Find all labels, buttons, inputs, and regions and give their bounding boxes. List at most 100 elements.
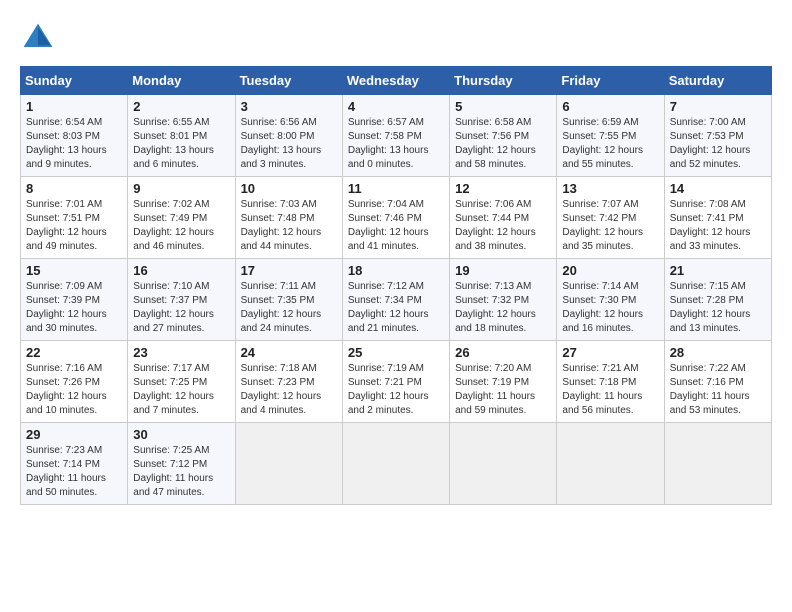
day-info: Sunrise: 7:21 AM Sunset: 7:18 PM Dayligh… (562, 362, 658, 418)
calendar-table: SundayMondayTuesdayWednesdayThursdayFrid… (20, 66, 772, 505)
day-number: 21 (670, 263, 766, 278)
weekday-header-saturday: Saturday (664, 67, 771, 95)
weekday-header-row: SundayMondayTuesdayWednesdayThursdayFrid… (21, 67, 772, 95)
header (20, 20, 772, 56)
day-number: 19 (455, 263, 551, 278)
calendar-day-cell: 8 Sunrise: 7:01 AM Sunset: 7:51 PM Dayli… (21, 177, 128, 259)
calendar-body: 1 Sunrise: 6:54 AM Sunset: 8:03 PM Dayli… (21, 95, 772, 505)
day-info: Sunrise: 7:07 AM Sunset: 7:42 PM Dayligh… (562, 198, 658, 254)
day-number: 26 (455, 345, 551, 360)
day-number: 5 (455, 99, 551, 114)
calendar-day-cell: 1 Sunrise: 6:54 AM Sunset: 8:03 PM Dayli… (21, 95, 128, 177)
calendar-week-row: 22 Sunrise: 7:16 AM Sunset: 7:26 PM Dayl… (21, 341, 772, 423)
logo-icon (20, 20, 56, 56)
calendar-day-cell: 13 Sunrise: 7:07 AM Sunset: 7:42 PM Dayl… (557, 177, 664, 259)
day-info: Sunrise: 6:56 AM Sunset: 8:00 PM Dayligh… (241, 116, 337, 172)
calendar-day-cell: 28 Sunrise: 7:22 AM Sunset: 7:16 PM Dayl… (664, 341, 771, 423)
day-number: 11 (348, 181, 444, 196)
day-info: Sunrise: 7:12 AM Sunset: 7:34 PM Dayligh… (348, 280, 444, 336)
day-number: 24 (241, 345, 337, 360)
weekday-header-friday: Friday (557, 67, 664, 95)
calendar-day-cell: 21 Sunrise: 7:15 AM Sunset: 7:28 PM Dayl… (664, 259, 771, 341)
weekday-header-monday: Monday (128, 67, 235, 95)
day-number: 25 (348, 345, 444, 360)
day-number: 13 (562, 181, 658, 196)
calendar-day-cell: 10 Sunrise: 7:03 AM Sunset: 7:48 PM Dayl… (235, 177, 342, 259)
calendar-day-cell: 24 Sunrise: 7:18 AM Sunset: 7:23 PM Dayl… (235, 341, 342, 423)
day-number: 18 (348, 263, 444, 278)
day-info: Sunrise: 7:14 AM Sunset: 7:30 PM Dayligh… (562, 280, 658, 336)
day-number: 17 (241, 263, 337, 278)
calendar-day-cell: 22 Sunrise: 7:16 AM Sunset: 7:26 PM Dayl… (21, 341, 128, 423)
page-container: SundayMondayTuesdayWednesdayThursdayFrid… (20, 20, 772, 505)
day-info: Sunrise: 7:16 AM Sunset: 7:26 PM Dayligh… (26, 362, 122, 418)
day-number: 4 (348, 99, 444, 114)
calendar-week-row: 15 Sunrise: 7:09 AM Sunset: 7:39 PM Dayl… (21, 259, 772, 341)
day-number: 1 (26, 99, 122, 114)
calendar-week-row: 29 Sunrise: 7:23 AM Sunset: 7:14 PM Dayl… (21, 423, 772, 505)
calendar-day-cell (664, 423, 771, 505)
calendar-day-cell: 23 Sunrise: 7:17 AM Sunset: 7:25 PM Dayl… (128, 341, 235, 423)
day-number: 23 (133, 345, 229, 360)
calendar-day-cell: 18 Sunrise: 7:12 AM Sunset: 7:34 PM Dayl… (342, 259, 449, 341)
logo (20, 20, 60, 56)
day-number: 20 (562, 263, 658, 278)
calendar-day-cell: 3 Sunrise: 6:56 AM Sunset: 8:00 PM Dayli… (235, 95, 342, 177)
calendar-day-cell: 20 Sunrise: 7:14 AM Sunset: 7:30 PM Dayl… (557, 259, 664, 341)
day-number: 2 (133, 99, 229, 114)
calendar-day-cell: 9 Sunrise: 7:02 AM Sunset: 7:49 PM Dayli… (128, 177, 235, 259)
weekday-header-wednesday: Wednesday (342, 67, 449, 95)
calendar-day-cell: 5 Sunrise: 6:58 AM Sunset: 7:56 PM Dayli… (450, 95, 557, 177)
calendar-day-cell: 17 Sunrise: 7:11 AM Sunset: 7:35 PM Dayl… (235, 259, 342, 341)
day-info: Sunrise: 7:09 AM Sunset: 7:39 PM Dayligh… (26, 280, 122, 336)
day-info: Sunrise: 6:54 AM Sunset: 8:03 PM Dayligh… (26, 116, 122, 172)
calendar-week-row: 8 Sunrise: 7:01 AM Sunset: 7:51 PM Dayli… (21, 177, 772, 259)
day-number: 9 (133, 181, 229, 196)
day-info: Sunrise: 7:10 AM Sunset: 7:37 PM Dayligh… (133, 280, 229, 336)
calendar-day-cell: 11 Sunrise: 7:04 AM Sunset: 7:46 PM Dayl… (342, 177, 449, 259)
day-number: 8 (26, 181, 122, 196)
calendar-day-cell: 30 Sunrise: 7:25 AM Sunset: 7:12 PM Dayl… (128, 423, 235, 505)
day-info: Sunrise: 7:15 AM Sunset: 7:28 PM Dayligh… (670, 280, 766, 336)
calendar-day-cell: 2 Sunrise: 6:55 AM Sunset: 8:01 PM Dayli… (128, 95, 235, 177)
calendar-day-cell (450, 423, 557, 505)
day-info: Sunrise: 6:59 AM Sunset: 7:55 PM Dayligh… (562, 116, 658, 172)
day-info: Sunrise: 7:03 AM Sunset: 7:48 PM Dayligh… (241, 198, 337, 254)
calendar-week-row: 1 Sunrise: 6:54 AM Sunset: 8:03 PM Dayli… (21, 95, 772, 177)
calendar-day-cell: 25 Sunrise: 7:19 AM Sunset: 7:21 PM Dayl… (342, 341, 449, 423)
calendar-day-cell: 14 Sunrise: 7:08 AM Sunset: 7:41 PM Dayl… (664, 177, 771, 259)
day-info: Sunrise: 7:08 AM Sunset: 7:41 PM Dayligh… (670, 198, 766, 254)
day-info: Sunrise: 7:06 AM Sunset: 7:44 PM Dayligh… (455, 198, 551, 254)
day-info: Sunrise: 7:22 AM Sunset: 7:16 PM Dayligh… (670, 362, 766, 418)
day-number: 27 (562, 345, 658, 360)
day-number: 29 (26, 427, 122, 442)
day-number: 3 (241, 99, 337, 114)
day-number: 6 (562, 99, 658, 114)
calendar-day-cell: 27 Sunrise: 7:21 AM Sunset: 7:18 PM Dayl… (557, 341, 664, 423)
day-number: 16 (133, 263, 229, 278)
weekday-header-thursday: Thursday (450, 67, 557, 95)
weekday-header-tuesday: Tuesday (235, 67, 342, 95)
day-info: Sunrise: 7:20 AM Sunset: 7:19 PM Dayligh… (455, 362, 551, 418)
day-number: 22 (26, 345, 122, 360)
day-info: Sunrise: 7:04 AM Sunset: 7:46 PM Dayligh… (348, 198, 444, 254)
calendar-day-cell (557, 423, 664, 505)
calendar-day-cell: 29 Sunrise: 7:23 AM Sunset: 7:14 PM Dayl… (21, 423, 128, 505)
day-info: Sunrise: 6:55 AM Sunset: 8:01 PM Dayligh… (133, 116, 229, 172)
weekday-header-sunday: Sunday (21, 67, 128, 95)
calendar-day-cell: 4 Sunrise: 6:57 AM Sunset: 7:58 PM Dayli… (342, 95, 449, 177)
day-info: Sunrise: 6:58 AM Sunset: 7:56 PM Dayligh… (455, 116, 551, 172)
calendar-day-cell: 12 Sunrise: 7:06 AM Sunset: 7:44 PM Dayl… (450, 177, 557, 259)
calendar-day-cell: 15 Sunrise: 7:09 AM Sunset: 7:39 PM Dayl… (21, 259, 128, 341)
day-info: Sunrise: 7:17 AM Sunset: 7:25 PM Dayligh… (133, 362, 229, 418)
calendar-day-cell: 16 Sunrise: 7:10 AM Sunset: 7:37 PM Dayl… (128, 259, 235, 341)
day-info: Sunrise: 7:19 AM Sunset: 7:21 PM Dayligh… (348, 362, 444, 418)
day-info: Sunrise: 6:57 AM Sunset: 7:58 PM Dayligh… (348, 116, 444, 172)
day-info: Sunrise: 7:02 AM Sunset: 7:49 PM Dayligh… (133, 198, 229, 254)
day-number: 12 (455, 181, 551, 196)
day-info: Sunrise: 7:23 AM Sunset: 7:14 PM Dayligh… (26, 444, 122, 500)
day-number: 10 (241, 181, 337, 196)
day-number: 30 (133, 427, 229, 442)
day-info: Sunrise: 7:01 AM Sunset: 7:51 PM Dayligh… (26, 198, 122, 254)
day-number: 7 (670, 99, 766, 114)
